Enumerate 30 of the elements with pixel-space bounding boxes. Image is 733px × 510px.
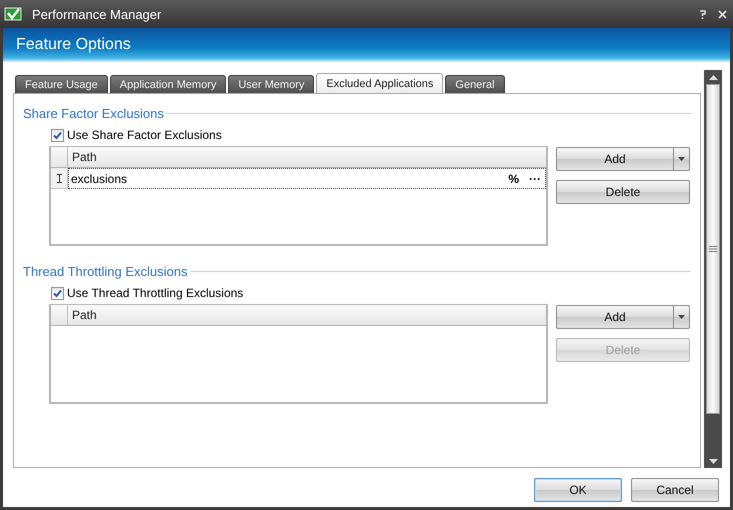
checkbox-label[interactable]: Use Share Factor Exclusions [67, 128, 222, 142]
scroll-down-icon[interactable] [708, 458, 718, 464]
tab[interactable]: Application Memory [110, 75, 226, 93]
scroll-up-icon[interactable] [708, 74, 718, 80]
close-icon[interactable] [718, 10, 727, 18]
button[interactable]: Cancel [631, 478, 719, 502]
section-title: Share Factor Exclusions [23, 106, 164, 120]
cell-marker[interactable]: ··· [529, 172, 541, 186]
page-header: Feature Options [3, 28, 730, 62]
button[interactable]: OK [534, 478, 622, 502]
scrollbar[interactable] [704, 70, 722, 468]
tab[interactable]: General [445, 75, 505, 93]
button[interactable]: Delete [556, 180, 690, 204]
scroll-thumb[interactable] [706, 84, 720, 414]
cell-marker[interactable]: % [508, 172, 519, 186]
app-logo-icon [4, 7, 22, 21]
tab[interactable]: Feature Usage [15, 75, 108, 93]
tab[interactable]: Excluded Applications [316, 73, 444, 93]
caret-icon[interactable] [678, 157, 685, 161]
table-cell[interactable]: exclusions [71, 172, 498, 186]
tab[interactable]: User Memory [228, 75, 314, 93]
checkbox-label[interactable]: Use Thread Throttling Exclusions [67, 286, 244, 300]
caret-icon[interactable] [678, 315, 685, 319]
checkbox[interactable] [51, 128, 64, 142]
section-title: Thread Throttling Exclusions [23, 264, 188, 278]
window-title: Performance Manager [32, 6, 162, 22]
add-split-button[interactable]: Add [556, 147, 690, 171]
add-split-button[interactable]: Add [556, 305, 690, 329]
help-icon[interactable] [700, 10, 706, 18]
checkbox[interactable] [51, 286, 64, 300]
